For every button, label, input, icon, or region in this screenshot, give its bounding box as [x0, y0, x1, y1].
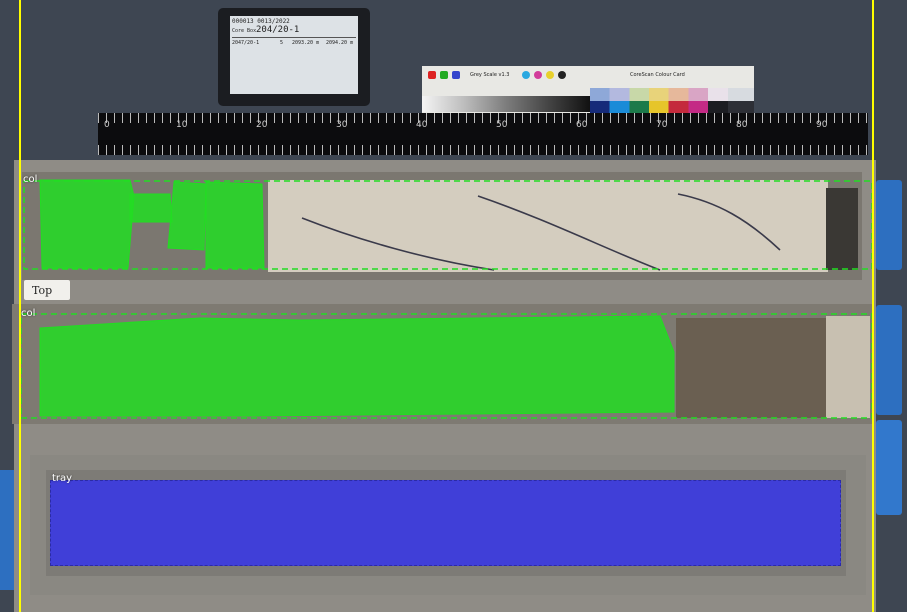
tray-mask	[50, 480, 841, 566]
column-mask-2	[39, 315, 675, 417]
annotation-label-tray: tray	[52, 473, 73, 484]
column-mask-1b	[129, 193, 173, 223]
column-mask-1d	[205, 181, 265, 269]
boundary-line-right	[872, 0, 874, 612]
column-mask-1c	[167, 181, 207, 251]
boundary-line-left	[19, 0, 21, 612]
annotation-label-col-2: col	[21, 308, 36, 319]
column-mask-1a	[39, 179, 135, 269]
core-photo-scene: 000013 0013/2022 Core Box 204/20-1 2047/…	[0, 0, 907, 612]
annotation-label-col-1: col	[23, 174, 38, 185]
